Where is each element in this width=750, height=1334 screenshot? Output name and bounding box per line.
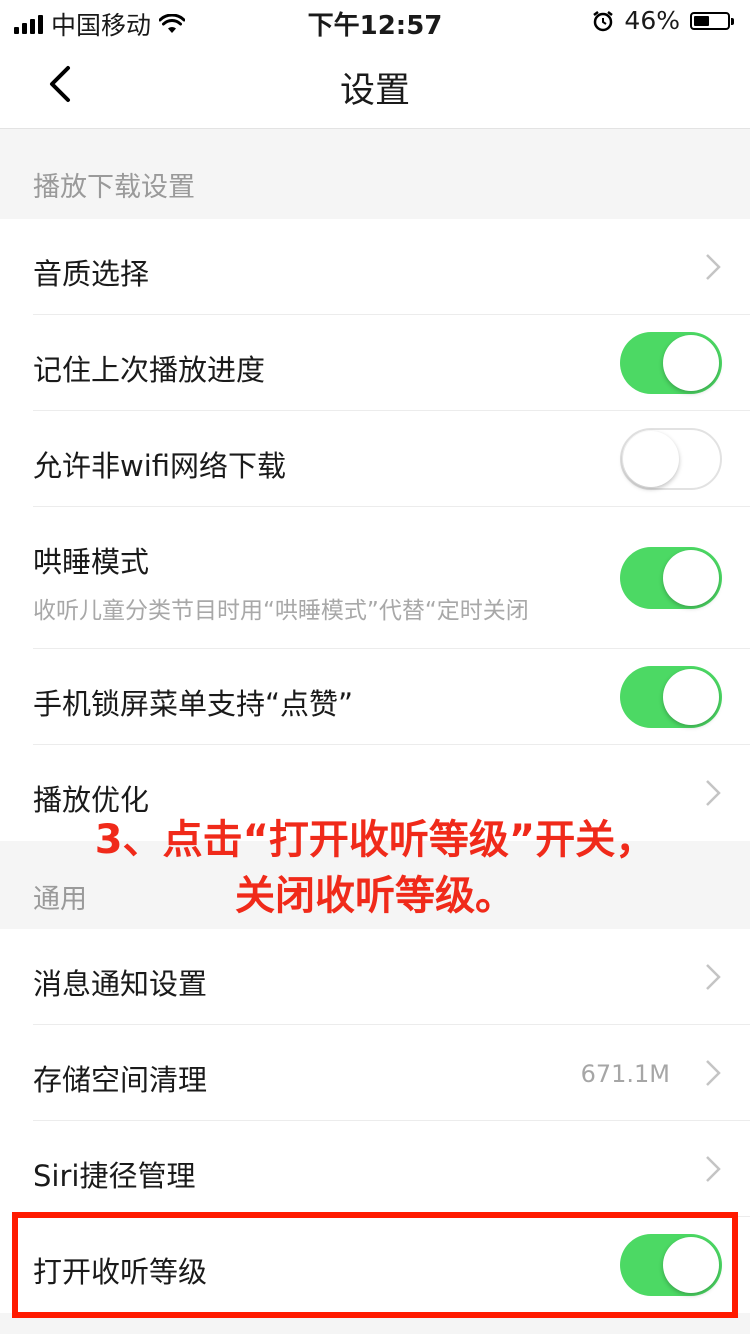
status-bar: 中国移动 下午12:57 46% xyxy=(0,0,750,41)
instruction-line-1: 3、点击“打开收听等级”开关， xyxy=(94,817,656,863)
row-notification-settings[interactable]: 消息通知设置 xyxy=(0,929,750,1025)
instruction-line-2: 关闭收听等级。 xyxy=(235,873,515,919)
instruction-annotation: 3、点击“打开收听等级”开关， 关闭收听等级。 xyxy=(0,812,750,924)
row-lockscreen-like: 手机锁屏菜单支持“点赞” xyxy=(0,649,750,745)
battery-percent: 46% xyxy=(624,6,680,35)
row-audio-quality[interactable]: 音质选择 xyxy=(0,219,750,315)
chevron-right-icon xyxy=(706,1060,721,1086)
battery-icon xyxy=(690,11,734,30)
page-title: 设置 xyxy=(339,71,410,111)
non-wifi-download-toggle[interactable] xyxy=(620,428,722,490)
navigation-bar: 设置 xyxy=(0,40,750,129)
row-subtitle: 收听儿童分类节目时用“哄睡模式”代替“定时关闭 xyxy=(33,598,529,624)
row-label: 音质选择 xyxy=(33,257,150,291)
row-storage-cleanup[interactable]: 存储空间清理 671.1M xyxy=(0,1025,750,1121)
lockscreen-like-toggle[interactable] xyxy=(620,666,722,728)
chevron-right-icon xyxy=(706,780,721,806)
row-label: 允许非wifi网络下载 xyxy=(33,449,287,483)
listening-level-toggle[interactable] xyxy=(620,1234,722,1296)
storage-size-value: 671.1M xyxy=(580,1060,670,1088)
chevron-right-icon xyxy=(706,254,721,280)
row-label: Siri捷径管理 xyxy=(33,1159,196,1193)
row-label: 存储空间清理 xyxy=(33,1063,208,1097)
chevron-right-icon xyxy=(706,1156,721,1182)
alarm-icon xyxy=(593,10,614,31)
row-sleep-mode: 哄睡模式 收听儿童分类节目时用“哄睡模式”代替“定时关闭 xyxy=(0,507,750,649)
row-non-wifi-download: 允许非wifi网络下载 xyxy=(0,411,750,507)
row-label: 记住上次播放进度 xyxy=(33,353,266,387)
section-header-playback: 播放下载设置 xyxy=(0,129,750,219)
row-label: 手机锁屏菜单支持“点赞” xyxy=(33,687,354,721)
row-label: 打开收听等级 xyxy=(33,1255,208,1289)
chevron-right-icon xyxy=(706,964,721,990)
remember-progress-toggle[interactable] xyxy=(620,332,722,394)
row-remember-progress: 记住上次播放进度 xyxy=(0,315,750,411)
row-label: 消息通知设置 xyxy=(33,967,208,1001)
row-label: 哄睡模式 xyxy=(33,545,150,579)
row-siri-shortcuts[interactable]: Siri捷径管理 xyxy=(0,1121,750,1217)
sleep-mode-toggle[interactable] xyxy=(620,547,722,609)
row-listening-level: 打开收听等级 xyxy=(0,1217,750,1313)
